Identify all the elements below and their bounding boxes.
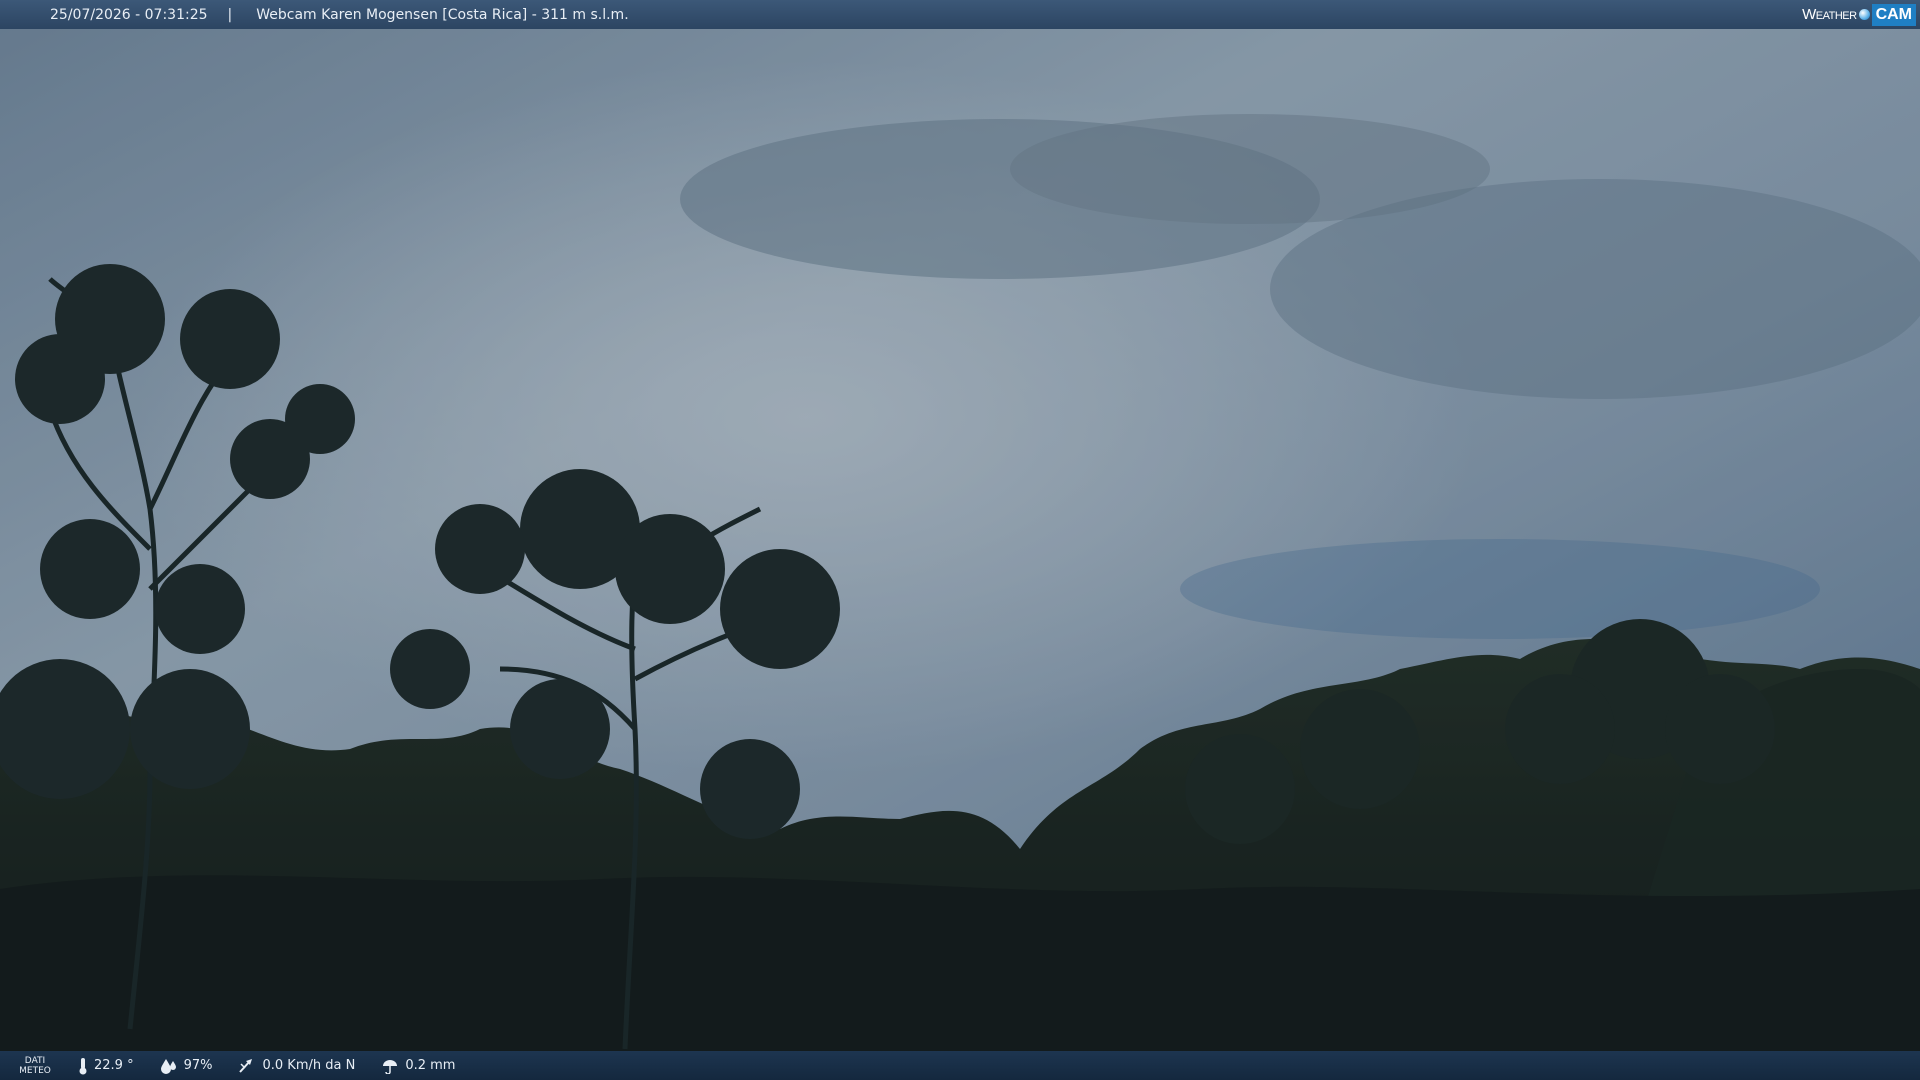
rain-value: 0.2 mm [405,1058,456,1073]
weather-data-label: DATI METEO [19,1055,51,1076]
timestamp: 25/07/2026 - 07:31:25 [50,6,208,23]
temperature-readout: 22.9 ° [78,1057,134,1075]
humidity-icon [160,1058,176,1074]
camera-title: Webcam Karen Mogensen [Costa Rica] - 311… [256,6,629,23]
humidity-readout: 97% [160,1058,213,1074]
thermometer-icon [79,1057,87,1074]
wind-icon [239,1058,253,1073]
temperature-value: 22.9 ° [94,1058,134,1073]
weathercam-logo: Weather CAM [1802,0,1920,29]
wind-value: 0.0 Km/h da N [262,1058,356,1073]
logo-cam-text: CAM [1871,3,1916,26]
bottom-weather-bar: DATI METEO 22.9 ° 97% 0.0 Km/h da N 0.2 … [0,1051,1920,1080]
rain-readout: 0.2 mm [381,1058,455,1074]
webcam-image [0,29,1920,1051]
humidity-value: 97% [183,1058,213,1073]
separator: | [227,6,233,23]
top-info-bar: 25/07/2026 - 07:31:25 | Webcam Karen Mog… [0,0,1920,29]
wind-readout: 0.0 Km/h da N [238,1058,355,1074]
logo-globe-icon [1858,9,1870,20]
rain-icon [383,1059,398,1074]
logo-weather-text: Weather [1802,6,1857,23]
